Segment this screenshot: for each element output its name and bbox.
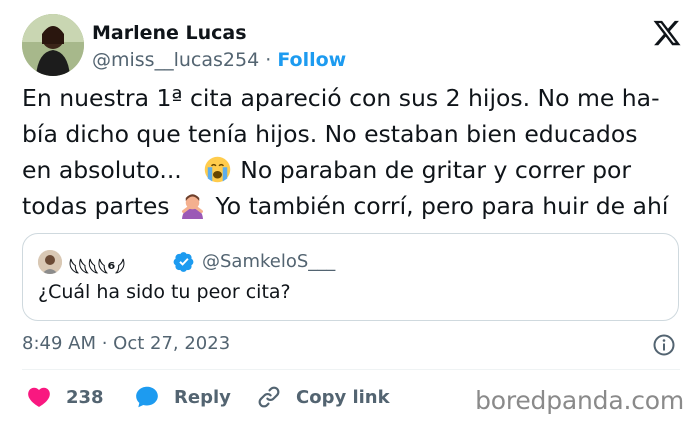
link-icon <box>258 386 280 408</box>
like-button[interactable]: 238 <box>26 382 104 412</box>
tweet-text: En nuestra 1ª cita apareció con sus 2 hi… <box>22 80 698 224</box>
tweet-line: todas partes Yo también corrí, pero para… <box>22 188 698 224</box>
tweet-header: Marlene Lucas @miss__lucas254 · Follow <box>22 14 682 78</box>
quoted-author-name[interactable]: 𓆩𓆩𓆩𓆩⁶𓆪 <box>69 251 125 281</box>
divider <box>22 369 680 370</box>
tweet-line-text: No paraban de gritar y correr por <box>240 156 632 184</box>
author-handle-row: @miss__lucas254 · Follow <box>92 49 346 71</box>
copy-link-button[interactable]: Copy link <box>256 382 390 412</box>
tweet-timestamp[interactable]: 8:49 AM · Oct 27, 2023 <box>22 333 230 354</box>
heart-icon <box>28 387 50 407</box>
tweet-line-text: en absoluto... <box>22 156 182 184</box>
verified-badge-icon <box>173 252 194 272</box>
x-logo-icon[interactable] <box>652 18 682 48</box>
author-name[interactable]: Marlene Lucas <box>92 22 247 44</box>
copy-link-label: Copy link <box>296 386 390 408</box>
author-avatar[interactable] <box>22 14 84 76</box>
tweet-line-text: todas partes <box>22 192 170 220</box>
watermark: boredpanda.com <box>475 386 684 415</box>
quoted-author-handle[interactable]: @SamkeloS___ <box>202 251 335 272</box>
reply-bubble-icon <box>136 386 158 408</box>
follow-button[interactable]: Follow <box>277 49 346 71</box>
tweet-line: En nuestra 1ª cita apareció con sus 2 hi… <box>22 84 660 112</box>
tweet-line: en absoluto... No paraban de gritar y co… <box>22 152 698 188</box>
action-bar: 238 Reply Copy link <box>22 382 502 412</box>
quoted-author-avatar[interactable] <box>38 250 62 274</box>
tweet-line: bía dicho que tenía hijos. No estaban bi… <box>22 120 638 148</box>
info-icon[interactable] <box>652 333 676 357</box>
crying-face-emoji <box>204 156 231 183</box>
reply-button[interactable]: Reply <box>134 382 231 412</box>
like-count: 238 <box>66 386 104 408</box>
author-handle[interactable]: @miss__lucas254 <box>92 49 259 71</box>
person-gesturing-no-emoji <box>182 194 204 219</box>
reply-label: Reply <box>174 386 231 408</box>
quoted-tweet-text: ¿Cuál ha sido tu peor cita? <box>38 281 291 303</box>
quoted-tweet[interactable]: 𓆩𓆩𓆩𓆩⁶𓆪 @SamkeloS___ ¿Cuál ha sido tu peo… <box>22 233 679 321</box>
separator: · <box>265 49 272 71</box>
tweet-line-text: Yo también corrí, pero para huir de ahí <box>215 192 669 220</box>
